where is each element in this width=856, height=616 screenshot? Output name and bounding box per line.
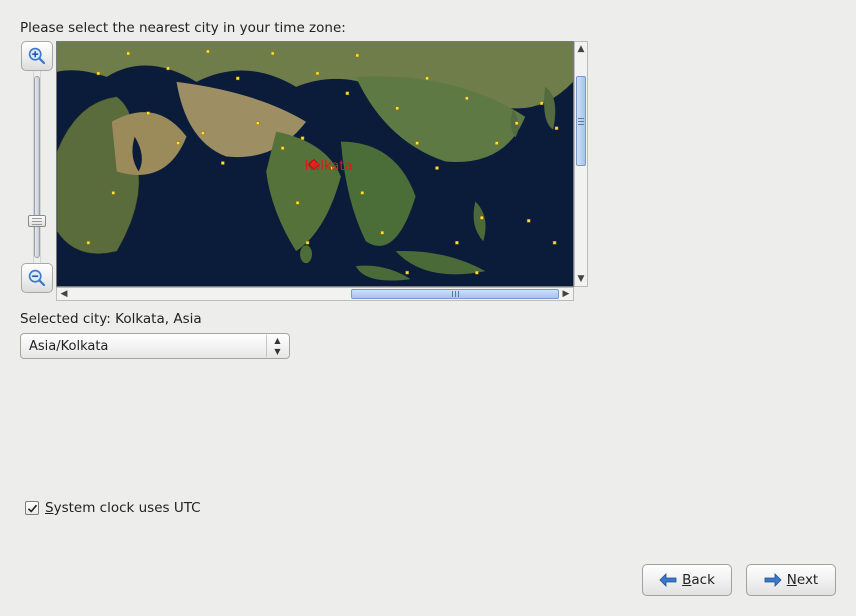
zoom-in-icon — [27, 46, 47, 66]
zoom-out-button[interactable] — [21, 263, 53, 293]
scroll-up-icon[interactable]: ▲ — [575, 42, 587, 56]
select-spinner-icon[interactable]: ▲ ▼ — [266, 335, 288, 357]
timezone-prompt: Please select the nearest city in your t… — [20, 20, 836, 36]
utc-checkbox-label: System clock uses UTC — [45, 500, 201, 516]
scroll-left-icon[interactable]: ◀ — [57, 288, 71, 300]
zoom-slider-track[interactable] — [34, 76, 40, 258]
scroll-v-thumb[interactable] — [576, 76, 586, 166]
chevron-down-icon: ▼ — [267, 346, 288, 357]
back-button-label: Back — [682, 572, 715, 588]
selected-city-prefix: Selected city: — [20, 311, 115, 327]
timezone-map[interactable]: Kolkata — [56, 41, 574, 287]
zoom-slider-container — [33, 71, 41, 263]
next-button[interactable]: Next — [746, 564, 836, 596]
next-button-label: Next — [787, 572, 818, 588]
arrow-right-icon — [764, 573, 782, 587]
checkmark-icon — [27, 503, 38, 514]
selected-city-map-label: Kolkata — [305, 159, 353, 174]
scroll-h-thumb[interactable] — [351, 289, 559, 299]
timezone-map-container: Kolkata ▲ ▼ ◀ ▶ — [56, 41, 588, 301]
zoom-out-icon — [27, 268, 47, 288]
chevron-up-icon: ▲ — [267, 335, 288, 346]
arrow-left-icon — [659, 573, 677, 587]
map-scrollbar-vertical[interactable]: ▲ ▼ — [574, 41, 588, 287]
timezone-select[interactable]: Asia/Kolkata ▲ ▼ — [20, 333, 290, 359]
utc-checkbox[interactable] — [25, 501, 39, 515]
selected-city-label: Selected city: Kolkata, Asia — [20, 311, 836, 327]
scroll-right-icon[interactable]: ▶ — [559, 288, 573, 300]
zoom-in-button[interactable] — [21, 41, 53, 71]
nav-button-row: Back Next — [642, 564, 836, 596]
map-scrollbar-horizontal[interactable]: ◀ ▶ — [56, 287, 574, 301]
selected-city-value: Kolkata, Asia — [115, 311, 201, 327]
utc-checkbox-row[interactable]: System clock uses UTC — [25, 500, 201, 516]
timezone-select-value: Asia/Kolkata — [29, 339, 108, 354]
scroll-down-icon[interactable]: ▼ — [575, 272, 587, 286]
zoom-slider-thumb[interactable] — [28, 215, 46, 227]
zoom-controls — [20, 41, 54, 301]
back-button[interactable]: Back — [642, 564, 732, 596]
